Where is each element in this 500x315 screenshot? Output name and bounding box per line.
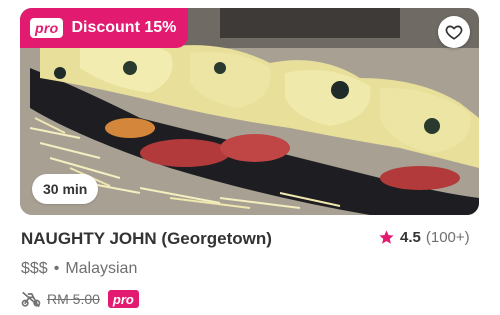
discount-text: Discount 15%	[71, 19, 177, 36]
restaurant-name[interactable]: NAUGHTY JOHN (Georgetown)	[21, 229, 272, 249]
original-delivery-fee: RM 5.00	[47, 291, 100, 307]
meta-separator: •	[53, 260, 60, 277]
scooter-icon	[21, 291, 41, 308]
cuisine: Malaysian	[65, 260, 138, 277]
pro-free-delivery-tag: pro	[107, 290, 139, 308]
pro-logo: pro	[30, 18, 64, 38]
rating-score: 4.5	[400, 229, 421, 246]
discount-badge: pro Discount 15%	[20, 8, 189, 48]
price-level: $$$	[21, 260, 48, 277]
delivery-time: 30 min	[43, 181, 88, 197]
restaurant-card[interactable]: pro Discount 15% 30 min NAUGHTY JOHN (Ge…	[0, 0, 500, 315]
rating-count: (100+)	[425, 229, 470, 246]
delivery-fee-row: RM 5.00 pro	[21, 290, 139, 308]
heart-outline-icon	[445, 25, 463, 40]
rating: 4.5 (100+)	[378, 229, 470, 246]
delivery-time-badge: 30 min	[32, 174, 99, 204]
restaurant-meta: $$$ • Malaysian	[21, 260, 137, 278]
star-icon	[379, 230, 394, 244]
favorite-button[interactable]	[438, 16, 470, 48]
